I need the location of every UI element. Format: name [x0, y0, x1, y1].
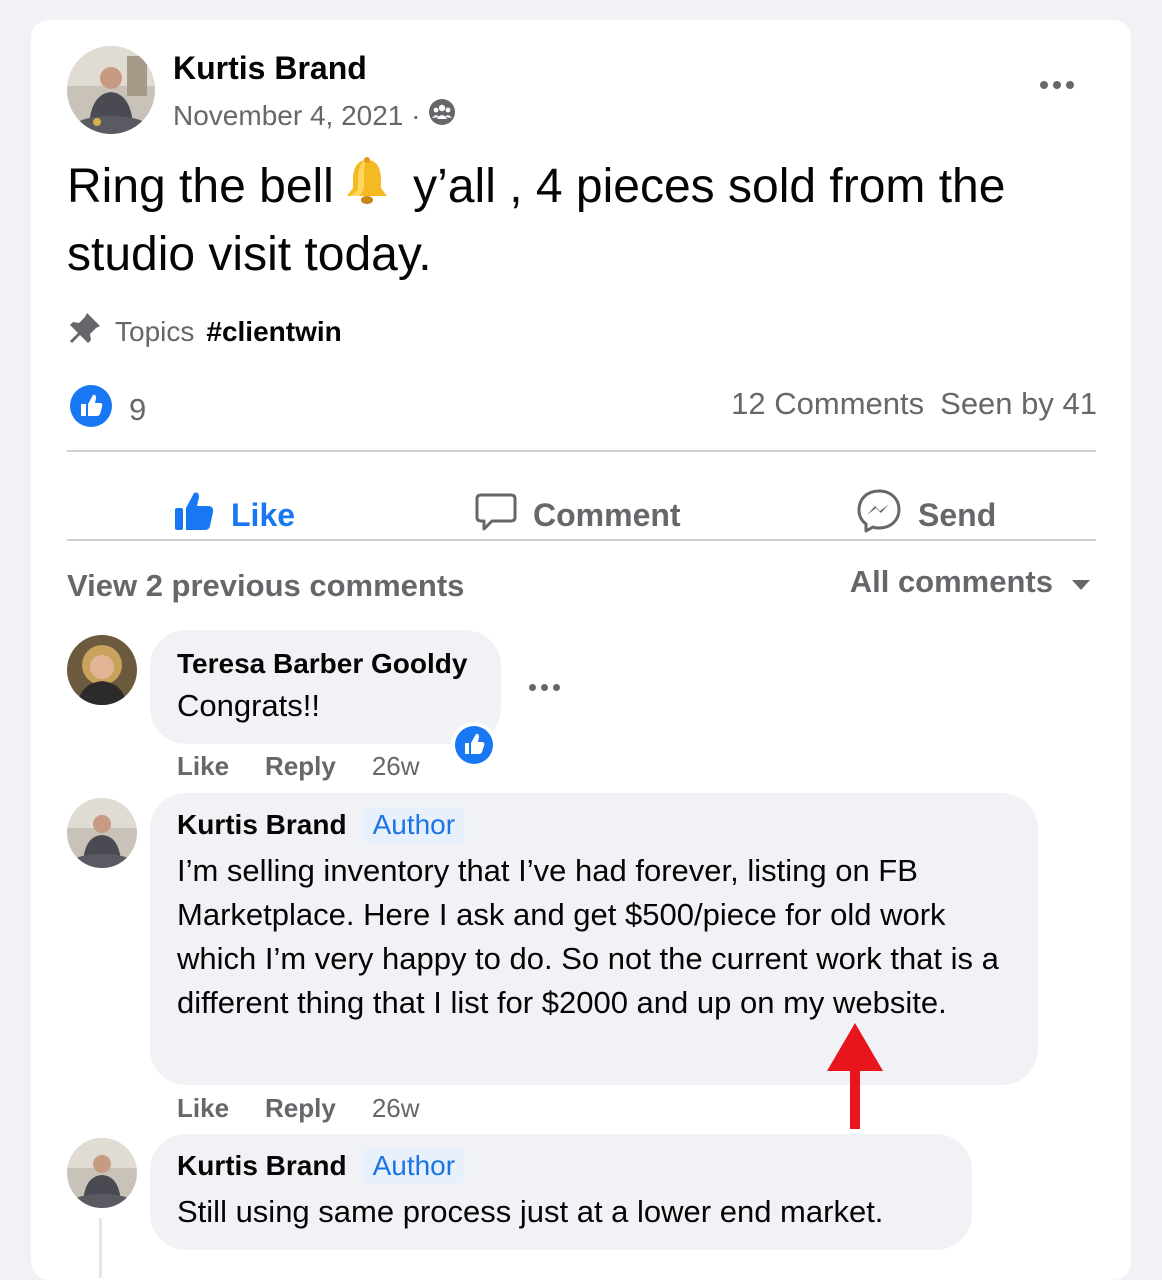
comment-bubble: Kurtis Brand Author Still using same pro…	[150, 1134, 972, 1250]
thumbs-up-icon	[173, 490, 215, 540]
comment-reply-button[interactable]: Reply	[265, 1093, 336, 1124]
comment-author-name[interactable]: Kurtis Brand	[177, 1150, 347, 1182]
red-arrow-annotation	[825, 1023, 885, 1134]
comment-author-name[interactable]: Teresa Barber Gooldy	[177, 648, 467, 680]
post-card: Kurtis Brand November 4, 2021 · Ring the…	[31, 20, 1131, 1280]
author-badge: Author	[362, 807, 466, 843]
comment-bubble: Teresa Barber Gooldy Congrats!!	[150, 630, 501, 744]
like-label: Like	[231, 496, 296, 533]
comment-filter-label: All comments	[849, 564, 1053, 599]
comment-text: I’m selling inventory that I’ve had fore…	[177, 853, 999, 1020]
comment-text: Congrats!!	[177, 688, 321, 723]
comment-actions: Like Reply 26w	[177, 751, 420, 782]
post-more-options-icon[interactable]	[1035, 70, 1079, 100]
reaction-count: 9	[129, 392, 147, 427]
topics-row: Topics #clientwin	[67, 310, 342, 353]
topic-tag-link[interactable]: #clientwin	[206, 316, 341, 348]
comment-author[interactable]: Teresa Barber Gooldy	[177, 648, 467, 680]
commenter-avatar[interactable]	[67, 798, 137, 868]
view-previous-comments-link[interactable]: View 2 previous comments	[67, 568, 464, 604]
comment-filter-dropdown[interactable]: All comments	[850, 564, 1091, 600]
commenter-avatar[interactable]	[67, 1138, 137, 1208]
send-button[interactable]: Send	[856, 472, 996, 558]
divider-bottom	[67, 539, 1096, 541]
reaction-summary[interactable]: 9	[69, 384, 146, 436]
comment-timestamp[interactable]: 26w	[372, 751, 420, 782]
comment-author-name[interactable]: Kurtis Brand	[177, 809, 347, 841]
post-stats: 12 Comments Seen by 41	[731, 386, 1097, 422]
post-date-text[interactable]: November 4, 2021 ·	[173, 100, 420, 132]
comment-more-options-icon[interactable]	[522, 672, 566, 702]
commenter-avatar[interactable]	[67, 635, 137, 705]
comments-count-link[interactable]: 12 Comments	[731, 386, 924, 422]
comment-actions: Like Reply 26w	[177, 1093, 420, 1124]
group-icon	[428, 98, 456, 133]
author-name[interactable]: Kurtis Brand	[173, 50, 367, 87]
divider-top	[67, 450, 1096, 452]
bell-emoji-icon	[340, 154, 394, 224]
comment-author: Kurtis Brand Author	[177, 807, 466, 843]
topics-label: Topics	[115, 315, 195, 347]
author-avatar[interactable]	[67, 46, 155, 134]
comment-like-button[interactable]: Like	[177, 1093, 229, 1124]
messenger-icon	[856, 488, 902, 542]
caret-down-icon	[1071, 564, 1091, 600]
like-reaction-icon	[69, 384, 113, 436]
post-text-start: Ring the bell	[67, 160, 334, 213]
post-date: November 4, 2021 ·	[173, 98, 456, 133]
comment-text: Still using same process just at a lower…	[177, 1194, 884, 1229]
comment-label: Comment	[533, 496, 681, 533]
comment-button[interactable]: Comment	[475, 472, 681, 558]
comment-reply-button[interactable]: Reply	[265, 751, 336, 782]
comment-timestamp[interactable]: 26w	[372, 1093, 420, 1124]
comment-bubble: Kurtis Brand Author I’m selling inventor…	[150, 793, 1038, 1085]
comment-bubble-icon	[475, 490, 517, 540]
comment-reaction-badge[interactable]	[450, 721, 498, 774]
post-text: Ring the bell y’all , 4 pieces sold from…	[67, 154, 1097, 286]
reply-thread-line	[99, 1218, 102, 1278]
send-label: Send	[918, 496, 997, 533]
comment-author: Kurtis Brand Author	[177, 1148, 466, 1184]
seen-by-link[interactable]: Seen by 41	[940, 386, 1097, 422]
like-button[interactable]: Like	[173, 472, 295, 558]
comment-like-button[interactable]: Like	[177, 751, 229, 782]
author-badge: Author	[362, 1148, 466, 1184]
pin-icon	[67, 310, 103, 353]
